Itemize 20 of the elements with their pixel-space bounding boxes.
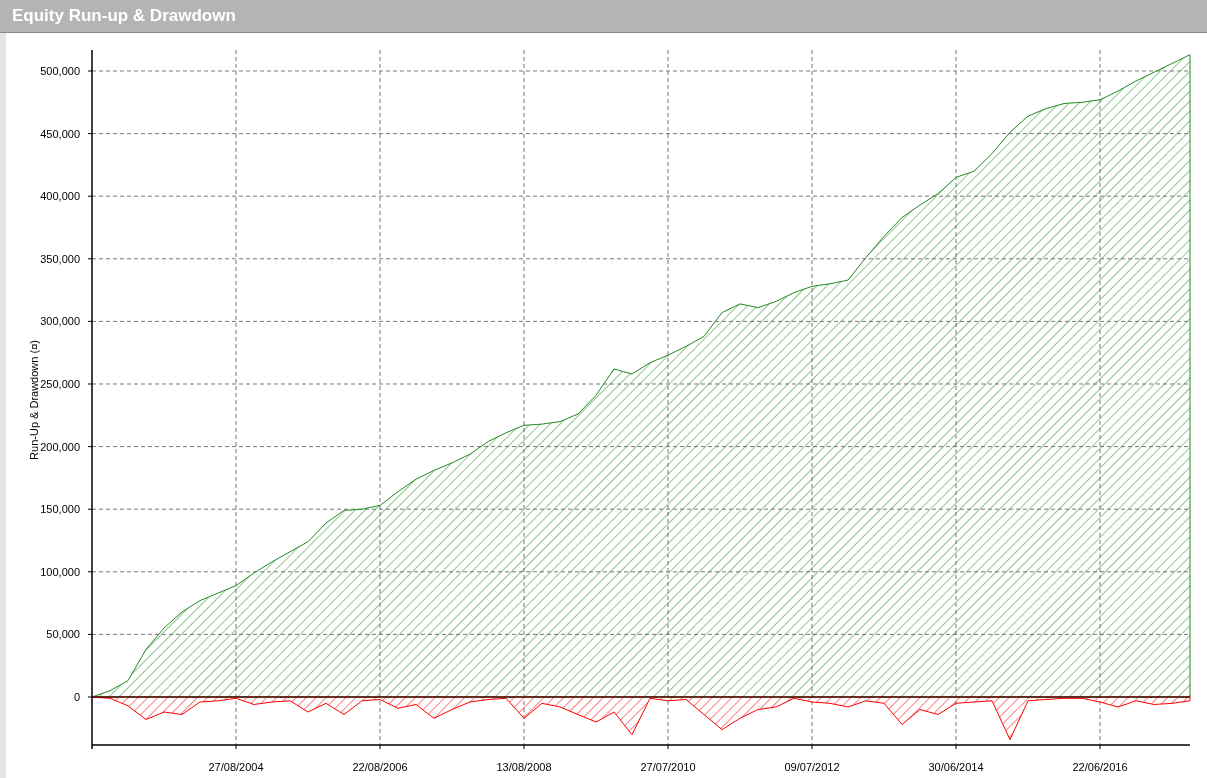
y-tick-label: 500,000 — [40, 65, 80, 77]
panel-title: Equity Run-up & Drawdown — [12, 5, 236, 28]
x-tick-label: 22/06/2016 — [1072, 761, 1128, 773]
y-tick-label: 300,000 — [40, 315, 80, 328]
x-tick-label: 27/08/2004 — [208, 761, 264, 773]
y-axis-title: Run-Up & Drawdown (¤) — [28, 340, 40, 460]
x-tick-label: 09/07/2012 — [784, 761, 840, 773]
x-tick-label: 30/06/2014 — [928, 761, 984, 773]
y-tick-label: 450,000 — [40, 127, 80, 140]
y-tick-label: 400,000 — [40, 190, 80, 203]
y-tick-label: 50,000 — [46, 628, 80, 641]
y-tick-label: 0 — [73, 691, 80, 703]
y-tick-label: 350,000 — [40, 252, 80, 265]
x-tick-label: 13/08/2008 — [496, 761, 552, 773]
y-tick-label: 150,000 — [40, 503, 80, 516]
y-tick-label: 100,000 — [40, 565, 80, 578]
x-tick-label: 22/08/2006 — [352, 761, 408, 773]
y-tick-label: 250,000 — [40, 378, 80, 390]
y-tick-label: 200,000 — [40, 440, 80, 453]
x-tick-label: 27/07/2010 — [640, 761, 696, 773]
